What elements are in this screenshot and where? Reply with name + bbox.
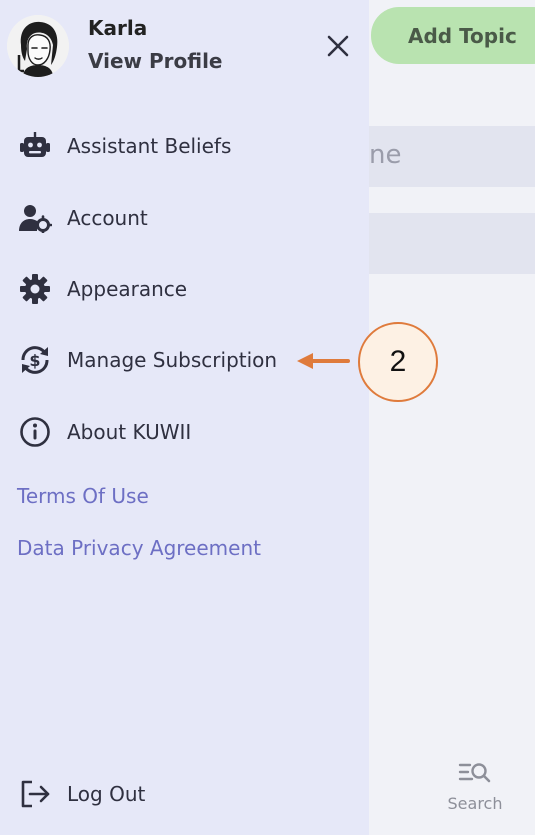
svg-text:$: $: [29, 351, 40, 370]
side-drawer: Karla View Profile Assistant Beliefs Acc…: [0, 0, 369, 835]
menu-item-label: Account: [67, 206, 148, 230]
terms-of-use-link[interactable]: Terms Of Use: [17, 484, 149, 508]
search-tab[interactable]: Search: [437, 760, 513, 830]
background-field-text: ne: [369, 140, 402, 170]
menu-item-label: Assistant Beliefs: [67, 134, 232, 158]
menu-item-label: About KUWII: [67, 420, 192, 444]
add-topic-button[interactable]: Add Topic: [371, 7, 535, 64]
close-button[interactable]: [320, 28, 356, 64]
menu-item-about[interactable]: About KUWII: [0, 407, 369, 457]
avatar-illustration-icon: [7, 15, 69, 77]
avatar[interactable]: [7, 15, 69, 77]
log-out-label: Log Out: [67, 782, 146, 806]
annotation-arrow-icon: [297, 353, 350, 369]
dollar-refresh-icon: $: [17, 342, 53, 378]
search-tab-label: Search: [447, 794, 503, 813]
menu-item-assistant-beliefs[interactable]: Assistant Beliefs: [0, 121, 369, 171]
menu-item-account[interactable]: Account: [0, 193, 369, 243]
search-list-icon: [458, 763, 491, 783]
data-privacy-link[interactable]: Data Privacy Agreement: [17, 536, 261, 560]
gear-icon: [17, 271, 53, 307]
user-gear-icon: [17, 200, 53, 236]
view-profile-link[interactable]: View Profile: [88, 49, 223, 73]
robot-icon: [17, 128, 53, 164]
annotation-step-badge: 2: [358, 322, 438, 402]
info-icon: [17, 414, 53, 450]
close-icon: [327, 35, 349, 57]
log-out-button[interactable]: Log Out: [0, 769, 369, 819]
menu-item-label: Appearance: [67, 277, 188, 301]
log-out-icon: [17, 776, 53, 812]
user-name: Karla: [88, 16, 148, 40]
menu-item-label: Manage Subscription: [67, 348, 278, 372]
menu-item-appearance[interactable]: Appearance: [0, 264, 369, 314]
